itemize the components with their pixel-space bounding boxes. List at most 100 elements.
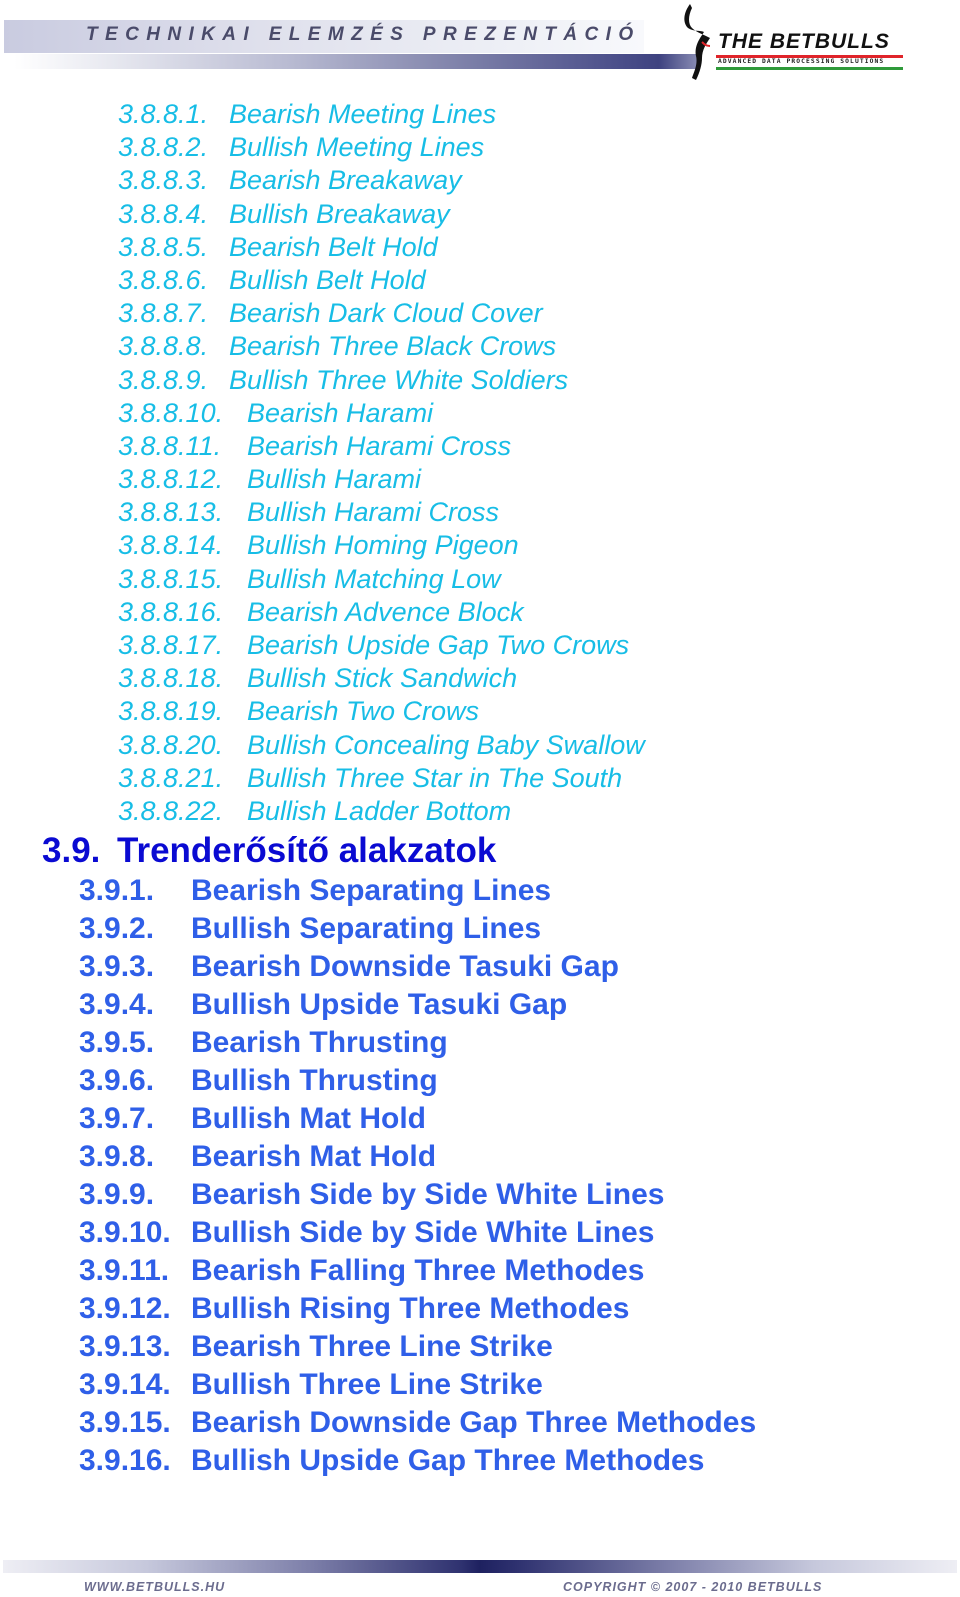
logo-green-stripe [716,67,903,70]
toc-entry-number: 3.9.15. [79,1406,171,1439]
toc-entry-title: Bearish Downside Gap Three Methodes [191,1406,757,1439]
toc-entry[interactable]: 3.8.8.17. Bearish Upside Gap Two Crows [118,629,818,662]
toc-entry-number: 3.9.14. [79,1368,171,1401]
toc-entry-title: Bullish Stick Sandwich [247,663,518,694]
toc-entry[interactable]: 3.9.2. Bullish Separating Lines [79,910,879,948]
toc-entry[interactable]: 3.8.8.13. Bullish Harami Cross [118,496,818,529]
toc-entry[interactable]: 3.8.8.20. Bullish Concealing Baby Swallow [118,729,818,762]
toc-entry-title: Bullish Concealing Baby Swallow [247,729,645,760]
toc-entry-number: 3.8.8.18. [118,663,224,694]
toc-entry[interactable]: 3.9.14. Bullish Three Line Strike [79,1366,879,1404]
toc-level3-list: 3.9.1. Bearish Separating Lines 3.9.2. Bull… [79,872,879,1480]
toc-entry[interactable]: 3.8.8.22. Bullish Ladder Bottom [118,795,818,828]
toc-entry-title: Bearish Thrusting [191,1026,448,1059]
toc-entry-number: 3.8.8.3. [118,165,209,196]
toc-entry[interactable]: 3.8.8.21. Bullish Three Star in The South [118,762,818,795]
toc-entry-number: 3.9.10. [79,1216,171,1249]
toc-entry-number: 3.8.8.9. [118,364,209,395]
toc-entry[interactable]: 3.8.8.11. Bearish Harami Cross [118,430,818,463]
toc-entry-number: 3.8.8.11. [118,430,222,461]
toc-entry[interactable]: 3.8.8.2. Bullish Meeting Lines [118,131,818,164]
toc-entry[interactable]: 3.8.8.14. Bullish Homing Pigeon [118,529,818,562]
footer-website[interactable]: WWW.BETBULLS.HU [84,1580,225,1594]
toc-entry[interactable]: 3.8.8.5. Bearish Belt Hold [118,231,818,264]
toc-entry-title: Bullish Side by Side White Lines [191,1216,655,1249]
toc-entry-title: Bearish Separating Lines [191,874,552,907]
toc-entry-title: Bearish Mat Hold [191,1140,437,1173]
betbulls-logo: THE BETBULLS ADVANCED DATA PROCESSING SO… [680,2,930,82]
toc-entry-number: 3.8.8.6. [118,264,209,295]
toc-entry[interactable]: 3.9.15. Bearish Downside Gap Three Method… [79,1404,879,1442]
toc-entry[interactable]: 3.9.16. Bullish Upside Gap Three Methodes [79,1442,879,1480]
toc-entry-title: Bearish Harami Cross [247,430,512,461]
logo-name: THE BETBULLS [718,30,890,53]
toc-entry-title: Bullish Meeting Lines [229,132,485,163]
toc-entry-title: Bearish Breakaway [229,165,462,196]
toc-entry[interactable]: 3.8.8.18. Bullish Stick Sandwich [118,662,818,695]
toc-entry-title: Bullish Three White Soldiers [229,364,569,395]
toc-entry-number: 3.9.6. [79,1064,155,1097]
toc-entry-number: 3.8.8.12. [118,464,224,495]
toc-entry[interactable]: 3.9.1. Bearish Separating Lines [79,872,879,910]
toc-entry[interactable]: 3.9.5. Bearish Thrusting [79,1024,879,1062]
toc-entry[interactable]: 3.9.6. Bullish Thrusting [79,1062,879,1100]
toc-entry[interactable]: 3.9.13. Bearish Three Line Strike [79,1328,879,1366]
toc-entry-title: Bearish Harami [247,397,434,428]
toc-entry[interactable]: 3.8.8.12. Bullish Harami [118,463,818,496]
toc-entry-title: Bullish Three Line Strike [191,1368,543,1401]
toc-entry[interactable]: 3.8.8.9. Bullish Three White Soldiers [118,364,818,397]
toc-entry[interactable]: 3.8.8.10. Bearish Harami [118,397,818,430]
toc-entry-title: Bearish Falling Three Methodes [191,1254,645,1287]
toc-entry-number: 3.9.5. [79,1026,155,1059]
toc-entry[interactable]: 3.9.10. Bullish Side by Side White Lines [79,1214,879,1252]
toc-entry[interactable]: 3.9.8. Bearish Mat Hold [79,1138,879,1176]
toc-entry-number: 3.8.8.21. [118,762,224,793]
toc-entry-title: Bullish Rising Three Methodes [191,1292,630,1325]
footer-gradient-bar [3,1560,957,1573]
toc-entry-title: Bullish Separating Lines [191,912,542,945]
toc-entry-number: 3.9.12. [79,1292,171,1325]
toc-entry[interactable]: 3.8.8.8. Bearish Three Black Crows [118,330,818,363]
toc-entry[interactable]: 3.9.12. Bullish Rising Three Methodes [79,1290,879,1328]
toc-entry-title: Bullish Ladder Bottom [247,795,512,826]
toc-entry-title: Bearish Side by Side White Lines [191,1178,665,1211]
toc-entry-title: Bullish Thrusting [191,1064,438,1097]
toc-entry[interactable]: 3.9.7. Bullish Mat Hold [79,1100,879,1138]
toc-entry[interactable]: 3.8.8.19. Bearish Two Crows [118,695,818,728]
toc-entry[interactable]: 3.9.11. Bearish Falling Three Methodes [79,1252,879,1290]
bull-horn-icon [684,4,711,80]
toc-entry-number: 3.9.8. [79,1140,155,1173]
toc-entry-number: 3.9.1. [79,874,155,907]
toc-entry-title: Bearish Two Crows [247,696,480,727]
toc-entry[interactable]: 3.8.8.4. Bullish Breakaway [118,198,818,231]
toc-entry-number: 3.9.11. [79,1254,170,1287]
toc-entry[interactable]: 3.8.8.1. Bearish Meeting Lines [118,98,818,131]
toc-entry-number: 3.8.8.2. [118,132,209,163]
toc-entry-title: Bullish Breakaway [229,198,450,229]
toc-entry[interactable]: 3.8.8.16. Bearish Advence Block [118,596,818,629]
toc-entry[interactable]: 3.8.8.15. Bullish Matching Low [118,563,818,596]
toc-entry[interactable]: 3.8.8.6. Bullish Belt Hold [118,264,818,297]
toc-entry[interactable]: 3.9.3. Bearish Downside Tasuki Gap [79,948,879,986]
page-header: TECHNIKAI ELEMZÉS PREZENTÁCIÓ THE BETBUL… [0,0,960,85]
toc-entry-title: Bearish Meeting Lines [229,99,497,129]
toc-entry[interactable]: 3.9.4. Bullish Upside Tasuki Gap [79,986,879,1024]
toc-entry-number: 3.8.8.15. [118,563,224,594]
toc-entry-number: 3.8.8.16. [118,596,224,627]
toc-entry-number: 3.8.8.8. [118,331,209,362]
toc-entry-title: Bearish Dark Cloud Cover [229,298,543,329]
toc-entry-title: Bearish Belt Hold [229,231,438,262]
toc-entry-number: 3.9.4. [79,988,155,1021]
toc-entry-number: 3.8.8.1. [118,99,209,129]
toc-entry-number: 3.9.7. [79,1102,155,1135]
toc-entry[interactable]: 3.8.8.7. Bearish Dark Cloud Cover [118,297,818,330]
toc-entry-number: 3.8.8.4. [118,198,209,229]
toc-entry-number: 3.9.2. [79,912,155,945]
toc-section-heading[interactable]: 3.9. Trenderősítő alakzatok [42,830,496,872]
section-number: 3.9. [42,831,101,870]
toc-entry-number: 3.9.9. [79,1178,155,1211]
toc-entry-title: Bearish Advence Block [247,596,524,627]
toc-entry[interactable]: 3.9.9. Bearish Side by Side White Lines [79,1176,879,1214]
toc-entry[interactable]: 3.8.8.3. Bearish Breakaway [118,164,818,197]
toc-level4-list: 3.8.8.1. Bearish Meeting Lines 3.8.8.2. Bul… [118,98,818,828]
